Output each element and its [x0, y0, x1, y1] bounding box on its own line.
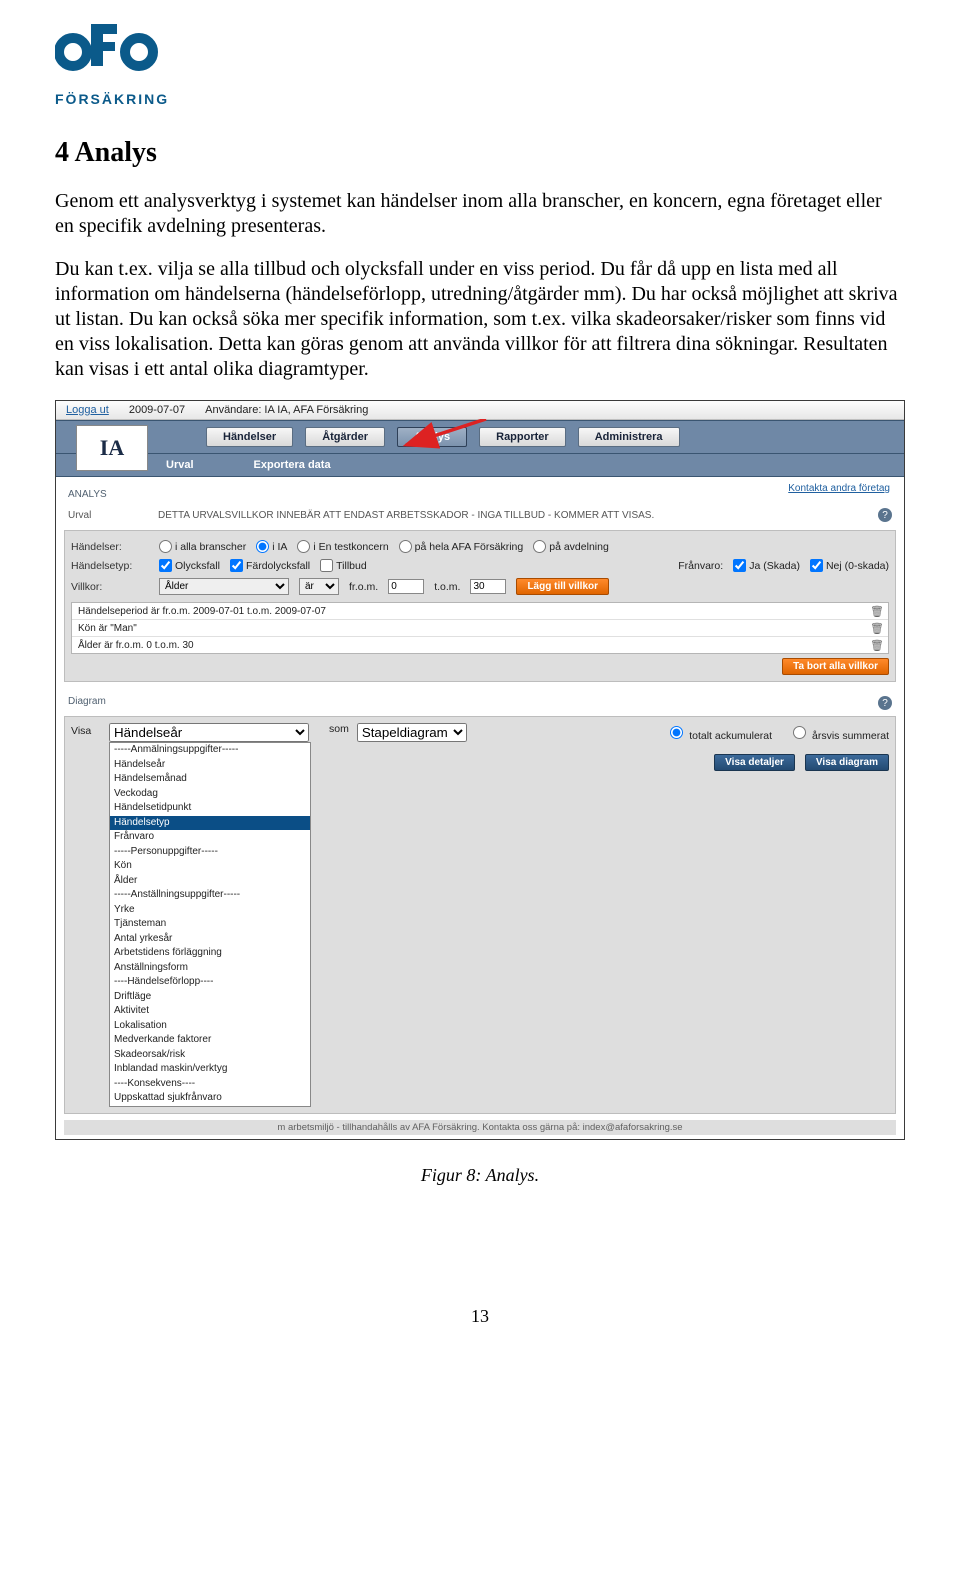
listbox-item[interactable]: Frånvaro: [110, 830, 310, 845]
listbox-item[interactable]: Antal yrkesår: [110, 932, 310, 947]
chk-olycksfall[interactable]: Olycksfall: [159, 559, 220, 572]
visa-select[interactable]: Händelseår: [109, 723, 309, 742]
tab-administrera[interactable]: Administrera: [578, 427, 680, 447]
chk-franvaro-nej[interactable]: Nej (0-skada): [810, 559, 889, 572]
urval-label: Urval: [68, 510, 148, 521]
tab-atgarder[interactable]: Åtgärder: [305, 427, 385, 447]
franvaro-label: Frånvaro:: [678, 560, 723, 572]
scope-ia[interactable]: i IA: [256, 540, 287, 553]
subtab-exportera[interactable]: Exportera data: [254, 459, 331, 471]
page-number: 13: [55, 1306, 905, 1327]
villkor-row: Villkor: Ålder är fr.o.m. t.o.m. Lägg ti…: [71, 575, 889, 598]
scope-alla[interactable]: i alla branscher: [159, 540, 246, 553]
villkor-list: Händelseperiod är fr.o.m. 2009-07-01 t.o…: [71, 602, 889, 654]
listbox-item[interactable]: Driftläge: [110, 990, 310, 1005]
listbox-item[interactable]: Tjänsteman: [110, 917, 310, 932]
listbox-item[interactable]: -----Anställningsuppgifter-----: [110, 888, 310, 903]
radio-arsvis[interactable]: årsvis summerat: [788, 723, 889, 742]
handelsetyp-label: Händelsetyp:: [71, 560, 149, 572]
tom-input[interactable]: [470, 579, 506, 594]
remove-all-villkor-button[interactable]: Ta bort alla villkor: [782, 658, 889, 675]
from-label: fr.o.m.: [349, 581, 378, 593]
listbox-item[interactable]: Medverkande faktorer: [110, 1033, 310, 1048]
trash-icon[interactable]: 🗑: [870, 605, 882, 617]
villkor-item: Ålder är fr.o.m. 0 t.o.m. 30 🗑: [72, 637, 888, 653]
som-label: som: [329, 723, 349, 735]
diagram-section-label: Diagram: [68, 696, 106, 710]
urval-note-row: Urval DETTA URVALSVILLKOR INNEBÄR ATT EN…: [64, 502, 896, 528]
handelsetyp-row: Händelsetyp: Olycksfall Färdolycksfall T…: [71, 556, 889, 575]
listbox-item[interactable]: Händelsetyp: [110, 816, 310, 831]
scope-avd[interactable]: på avdelning: [533, 540, 609, 553]
villkor-item: Kön är "Man" 🗑: [72, 620, 888, 637]
listbox-item[interactable]: Inblandad maskin/verktyg: [110, 1062, 310, 1077]
top-bar: Logga ut 2009-07-07 Användare: IA IA, AF…: [56, 401, 904, 420]
listbox-item[interactable]: Arbetstidens förläggning: [110, 946, 310, 961]
listbox-item[interactable]: Skadeorsak/risk: [110, 1048, 310, 1063]
villkor-label: Villkor:: [71, 581, 149, 593]
paragraph-2: Du kan t.ex. vilja se alla tillbud och o…: [55, 257, 905, 382]
red-arrow-annotation: [376, 419, 496, 459]
afa-logo: FÖRSÄKRING: [55, 20, 905, 107]
help-icon[interactable]: ?: [878, 508, 892, 522]
trash-icon[interactable]: 🗑: [870, 622, 882, 634]
add-villkor-button[interactable]: Lägg till villkor: [516, 578, 609, 595]
from-input[interactable]: [388, 579, 424, 594]
visa-diagram-button[interactable]: Visa diagram: [805, 754, 889, 771]
listbox-item[interactable]: ----Konsekvens----: [110, 1077, 310, 1092]
chk-franvaro-ja[interactable]: Ja (Skada): [733, 559, 800, 572]
visa-label: Visa: [71, 725, 101, 737]
paragraph-1: Genom ett analysverktyg i systemet kan h…: [55, 189, 905, 239]
listbox-item[interactable]: Lokalisation: [110, 1019, 310, 1034]
app-screenshot: Logga ut 2009-07-07 Användare: IA IA, AF…: [55, 400, 905, 1140]
radio-ackumulerat[interactable]: totalt ackumulerat: [665, 723, 772, 742]
subtab-urval[interactable]: Urval: [166, 459, 194, 471]
logo-sub-text: FÖRSÄKRING: [55, 91, 905, 107]
chk-tillbud[interactable]: Tillbud: [320, 559, 367, 572]
app-footer: m arbetsmiljö - tillhandahålls av AFA Fö…: [64, 1120, 896, 1135]
diagram-panel: Visa Händelseår -----Anmälningsuppgifter…: [64, 716, 896, 1114]
urval-note-text: DETTA URVALSVILLKOR INNEBÄR ATT ENDAST A…: [158, 510, 654, 521]
listbox-item[interactable]: Händelsemånad: [110, 772, 310, 787]
analys-block-title: ANALYS: [64, 485, 896, 502]
chk-fardolycksfall[interactable]: Färdolycksfall: [230, 559, 310, 572]
listbox-item[interactable]: -----Anmälningsuppgifter-----: [110, 743, 310, 758]
ia-logo: IA: [76, 425, 148, 471]
figure-caption: Figur 8: Analys.: [55, 1165, 905, 1186]
kontakta-link[interactable]: Kontakta andra företag: [788, 483, 890, 494]
som-select[interactable]: Stapeldiagram: [357, 723, 467, 742]
tom-label: t.o.m.: [434, 581, 460, 593]
main-nav: IA Händelser Åtgärder Analys Rapporter A…: [56, 420, 904, 454]
visa-detaljer-button[interactable]: Visa detaljer: [714, 754, 795, 771]
listbox-item[interactable]: -----Personuppgifter-----: [110, 845, 310, 860]
scope-hela[interactable]: på hela AFA Försäkring: [399, 540, 524, 553]
listbox-item[interactable]: Händelseår: [110, 758, 310, 773]
logout-link[interactable]: Logga ut: [66, 404, 109, 416]
villkor-select[interactable]: Ålder: [159, 578, 289, 595]
listbox-item[interactable]: Ålder: [110, 874, 310, 889]
handelser-label: Händelser:: [71, 541, 149, 553]
tab-handelser[interactable]: Händelser: [206, 427, 293, 447]
listbox-item[interactable]: Aktivitet: [110, 1004, 310, 1019]
filter-panel: Händelser: i alla branscher i IA i En te…: [64, 530, 896, 682]
topbar-date: 2009-07-07: [129, 404, 185, 416]
listbox-item[interactable]: Uppskattad sjukfrånvaro: [110, 1091, 310, 1106]
topbar-user: Användare: IA IA, AFA Försäkring: [205, 404, 368, 416]
listbox-item[interactable]: Anställningsform: [110, 961, 310, 976]
listbox-item[interactable]: Händelsetidpunkt: [110, 801, 310, 816]
villkor-item: Händelseperiod är fr.o.m. 2009-07-01 t.o…: [72, 603, 888, 620]
trash-icon[interactable]: 🗑: [870, 639, 882, 651]
op-select[interactable]: är: [299, 578, 339, 595]
scope-row: Händelser: i alla branscher i IA i En te…: [71, 537, 889, 556]
visa-listbox[interactable]: -----Anmälningsuppgifter-----HändelseårH…: [109, 742, 311, 1107]
listbox-item[interactable]: Kön: [110, 859, 310, 874]
section-heading: 4 Analys: [55, 137, 905, 169]
listbox-item[interactable]: ----Händelseförlopp----: [110, 975, 310, 990]
help-icon[interactable]: ?: [878, 696, 892, 710]
scope-test[interactable]: i En testkoncern: [297, 540, 388, 553]
listbox-item[interactable]: Yrke: [110, 903, 310, 918]
listbox-item[interactable]: Veckodag: [110, 787, 310, 802]
